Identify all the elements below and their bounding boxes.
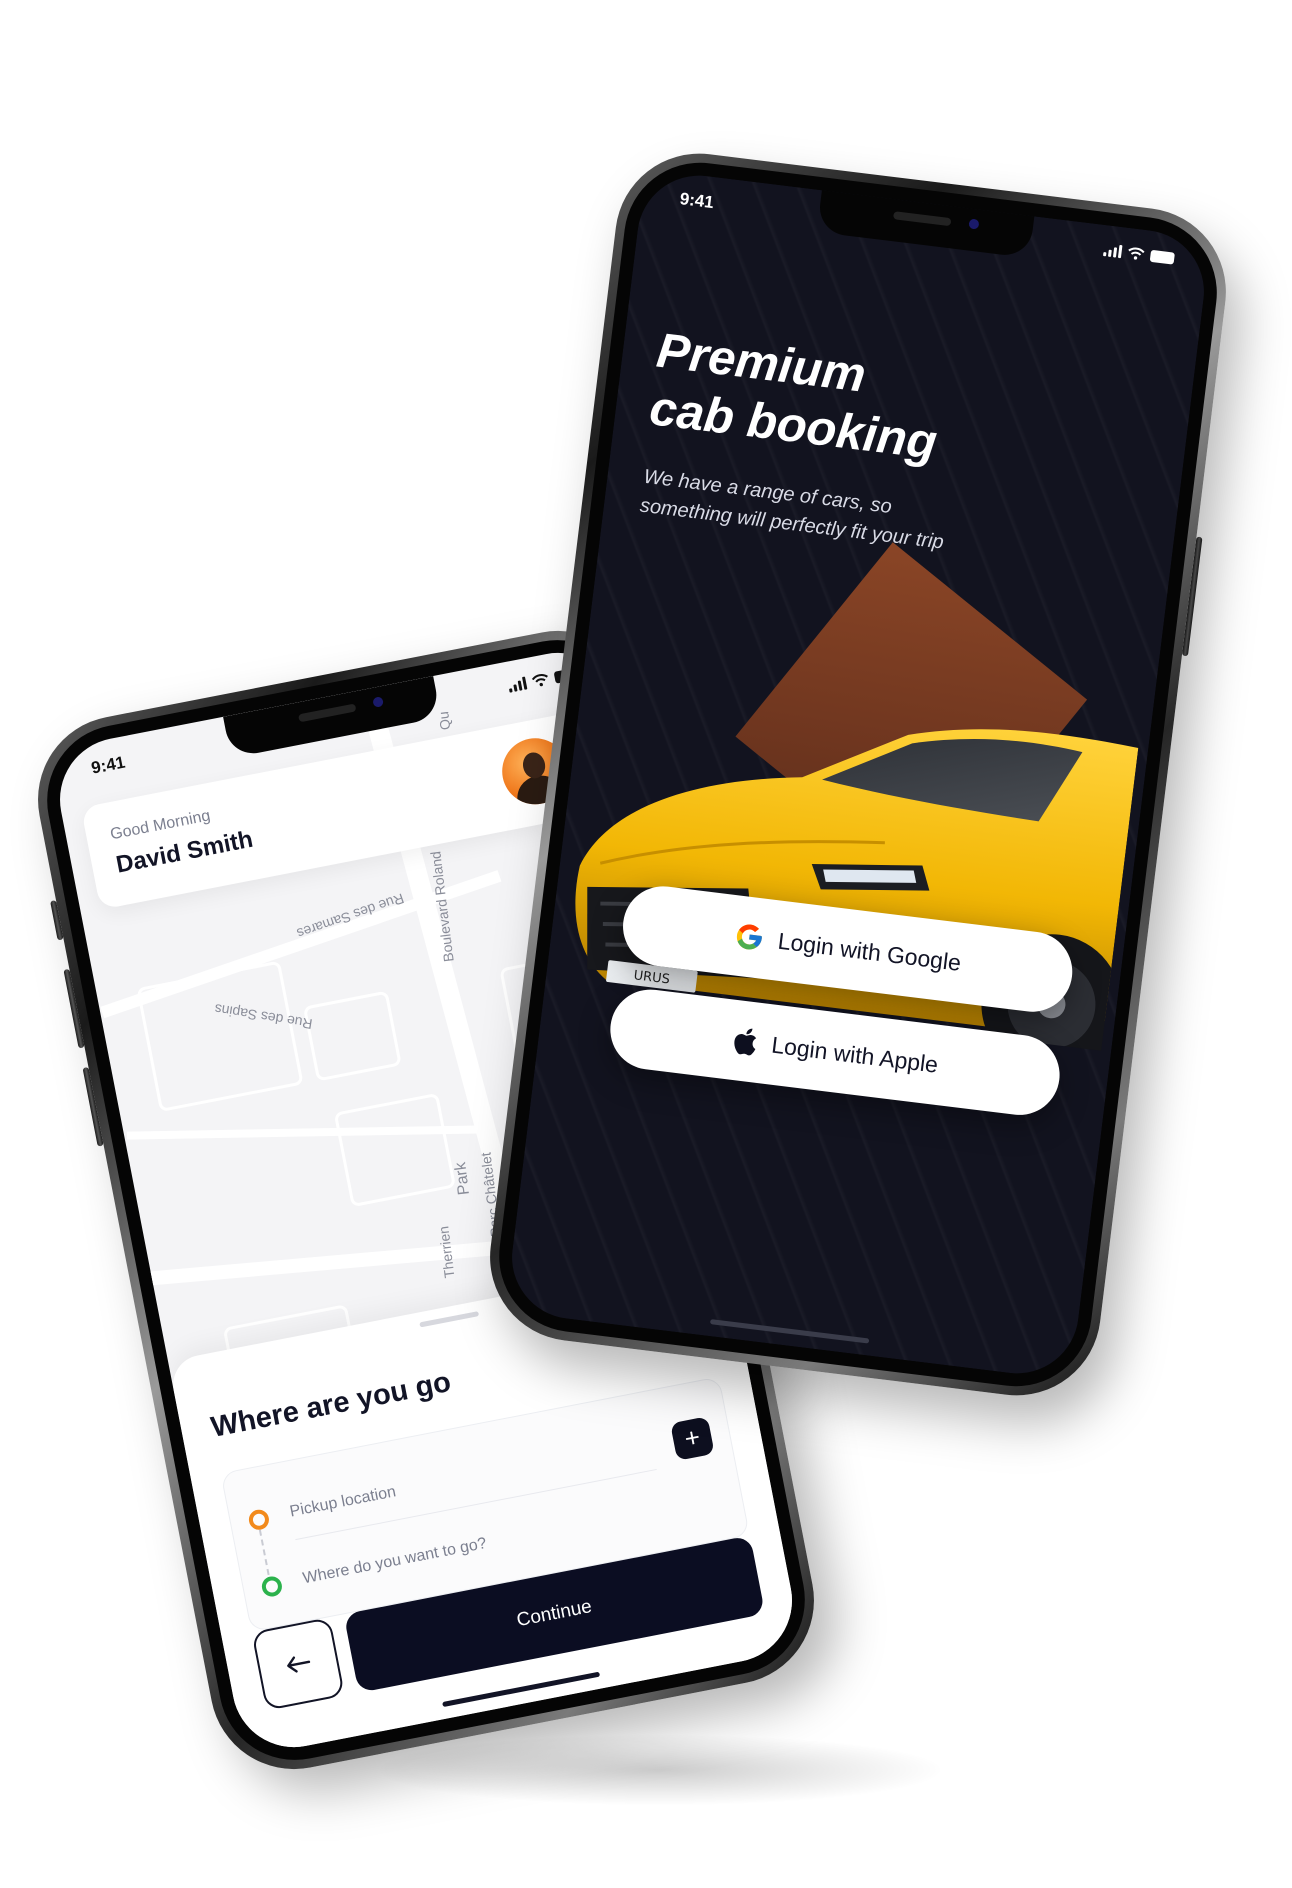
sheet-handle[interactable] [419,1311,480,1328]
floor-shadow [380,1735,940,1805]
map-block [333,1092,457,1208]
apple-icon [734,1028,757,1056]
pickup-dot-icon [247,1508,271,1532]
signal-icon [1103,243,1123,259]
wifi-icon [531,674,548,687]
battery-icon [1149,249,1175,265]
pickup-location-input[interactable]: Pickup location [288,1483,397,1521]
hero-subtitle: We have a range of cars, so something wi… [638,465,945,554]
add-stop-button[interactable]: + [670,1416,715,1461]
sheet-title: Where are you go [208,1365,454,1444]
map-street-label: Therrien [435,1225,458,1279]
map-block [136,960,304,1113]
hero-title: Premium cab booking [646,323,940,470]
phone-login: 9:41 Premium cab booking We have a range… [480,144,1236,1405]
map-park-label: Park [452,1161,473,1196]
google-icon [736,924,762,950]
signal-icon [507,676,528,693]
back-button[interactable] [251,1617,346,1711]
status-icons [1103,243,1175,265]
status-time: 9:41 [89,752,127,778]
destination-input[interactable]: Where do you want to go? [301,1535,488,1588]
route-dash [258,1529,270,1576]
destination-dot-icon [260,1574,284,1599]
login-apple-label: Login with Apple [770,1031,940,1078]
plus-icon: + [681,1421,703,1454]
wifi-icon [1128,247,1145,260]
login-google-label: Login with Google [776,927,963,976]
arrow-left-icon [287,1656,311,1673]
status-time: 9:41 [678,189,715,213]
map-block [302,990,402,1082]
